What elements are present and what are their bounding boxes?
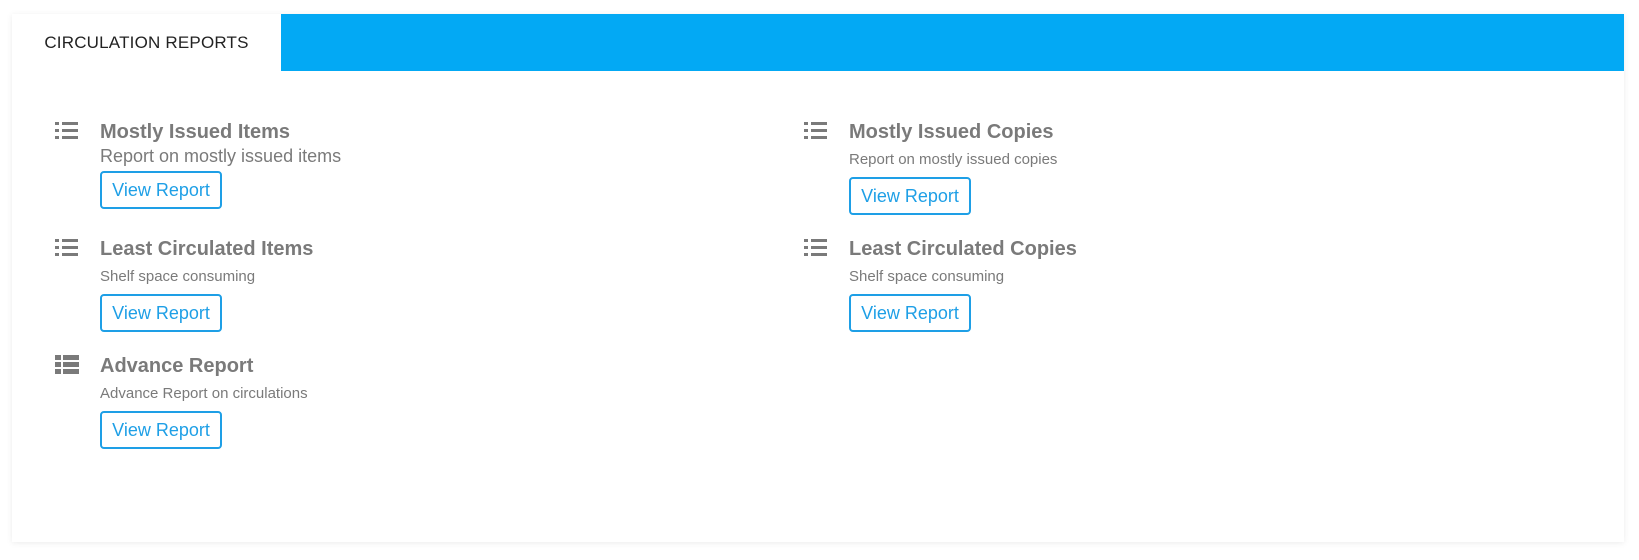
report-card-least-circulated-copies: Least Circulated Copies Shelf space cons… xyxy=(803,237,1403,337)
report-description: Report on mostly issued copies xyxy=(849,151,1058,168)
tab-circulation-reports[interactable]: CIRCULATION REPORTS xyxy=(12,14,281,71)
report-description: Report on mostly issued items xyxy=(100,146,342,166)
list-icon xyxy=(803,237,829,259)
list-icon xyxy=(803,120,829,142)
view-report-button[interactable]: View Report xyxy=(849,294,971,332)
report-title: Least Circulated Items xyxy=(100,238,314,260)
table-list-icon xyxy=(54,354,80,376)
report-title: Mostly Issued Copies xyxy=(849,121,1054,143)
report-card-least-circulated-items: Least Circulated Items Shelf space consu… xyxy=(54,237,654,337)
view-report-button[interactable]: View Report xyxy=(100,171,222,209)
circulation-reports-panel: CIRCULATION REPORTS Mostly Issued Items … xyxy=(12,14,1624,542)
list-icon xyxy=(54,120,80,142)
report-title: Mostly Issued Items xyxy=(100,121,291,143)
view-report-button[interactable]: View Report xyxy=(100,411,222,449)
view-report-button[interactable]: View Report xyxy=(849,177,971,215)
report-card-mostly-issued-copies: Mostly Issued Copies Report on mostly is… xyxy=(803,120,1403,220)
report-card-advance-report: Advance Report Advance Report on circula… xyxy=(54,354,654,454)
list-icon xyxy=(54,237,80,259)
report-description: Shelf space consuming xyxy=(100,268,256,285)
report-title: Advance Report xyxy=(100,355,254,377)
report-description: Advance Report on circulations xyxy=(100,385,308,402)
view-report-button[interactable]: View Report xyxy=(100,294,222,332)
report-description: Shelf space consuming xyxy=(849,268,1005,285)
report-title: Least Circulated Copies xyxy=(849,238,1077,260)
report-card-mostly-issued-items: Mostly Issued Items Report on mostly iss… xyxy=(54,120,654,220)
